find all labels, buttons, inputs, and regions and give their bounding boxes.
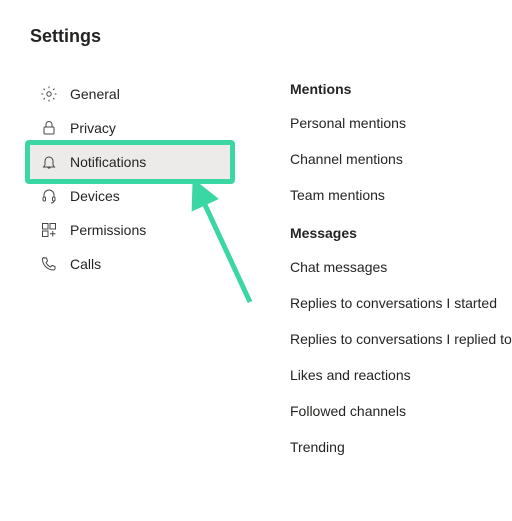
option-replies-replied[interactable]: Replies to conversations I replied to: [290, 331, 512, 347]
phone-icon: [40, 255, 58, 273]
sidebar-item-label: Notifications: [70, 154, 146, 170]
sidebar-item-label: Privacy: [70, 120, 116, 136]
sidebar-item-devices[interactable]: Devices: [30, 179, 230, 213]
page-title: Settings: [30, 26, 512, 47]
option-trending[interactable]: Trending: [290, 439, 512, 455]
sidebar-item-permissions[interactable]: Permissions: [30, 213, 230, 247]
sidebar-item-label: General: [70, 86, 120, 102]
sidebar-item-notifications[interactable]: Notifications: [30, 145, 230, 179]
option-chat-messages[interactable]: Chat messages: [290, 259, 512, 275]
option-likes-reactions[interactable]: Likes and reactions: [290, 367, 512, 383]
settings-sidebar: General Privacy Notifications Devices: [30, 77, 230, 475]
sidebar-item-general[interactable]: General: [30, 77, 230, 111]
sidebar-item-privacy[interactable]: Privacy: [30, 111, 230, 145]
option-channel-mentions[interactable]: Channel mentions: [290, 151, 512, 167]
option-followed-channels[interactable]: Followed channels: [290, 403, 512, 419]
apps-icon: [40, 221, 58, 239]
bell-icon: [40, 153, 58, 171]
sidebar-item-label: Calls: [70, 256, 101, 272]
settings-content: Mentions Personal mentions Channel menti…: [290, 77, 512, 475]
sidebar-item-calls[interactable]: Calls: [30, 247, 230, 281]
section-header-mentions: Mentions: [290, 81, 512, 97]
headset-icon: [40, 187, 58, 205]
gear-icon: [40, 85, 58, 103]
option-team-mentions[interactable]: Team mentions: [290, 187, 512, 203]
lock-icon: [40, 119, 58, 137]
sidebar-item-label: Devices: [70, 188, 120, 204]
sidebar-item-label: Permissions: [70, 222, 146, 238]
option-personal-mentions[interactable]: Personal mentions: [290, 115, 512, 131]
section-header-messages: Messages: [290, 225, 512, 241]
option-replies-started[interactable]: Replies to conversations I started: [290, 295, 512, 311]
